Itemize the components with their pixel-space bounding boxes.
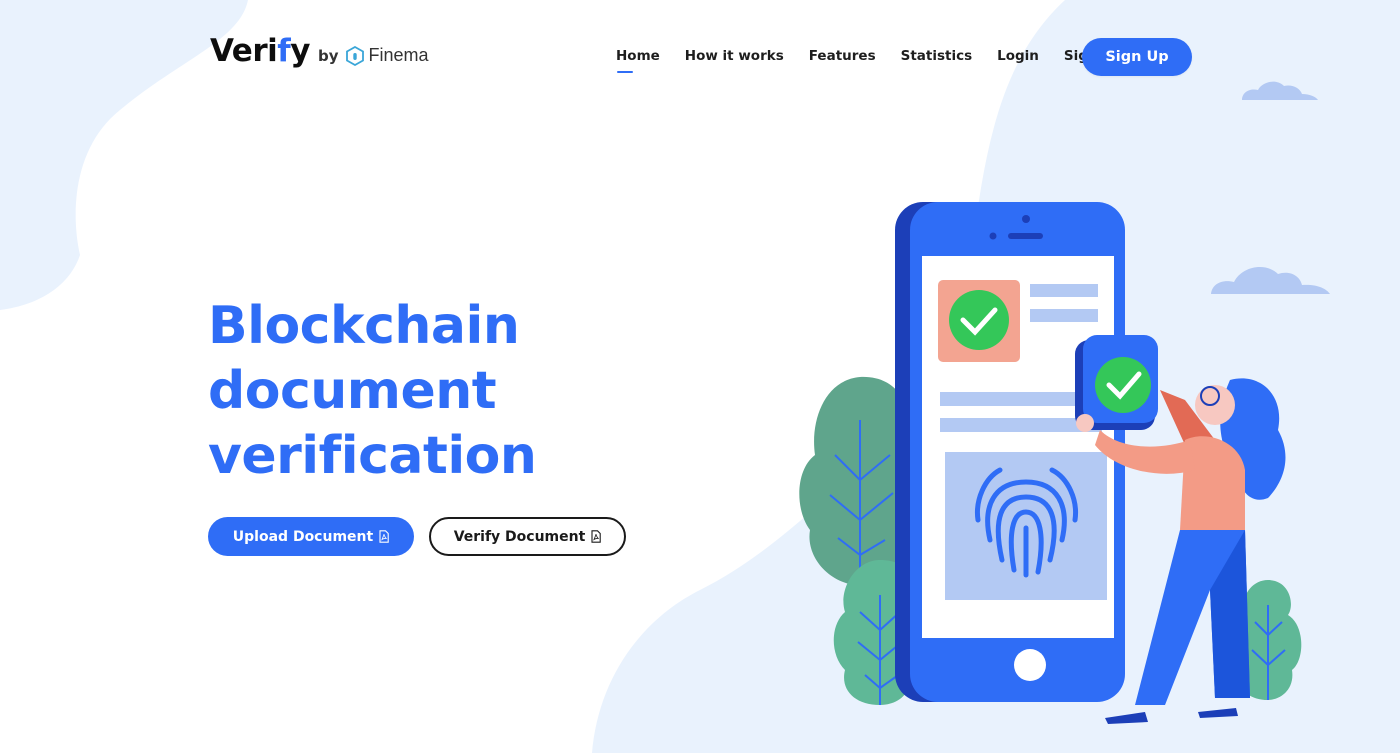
- hero-illustration: [799, 202, 1302, 724]
- logo-wordmark: Verify: [210, 33, 310, 69]
- nav-login[interactable]: Login: [997, 48, 1039, 64]
- nav-how-it-works[interactable]: How it works: [685, 48, 784, 64]
- finema-hexagon-icon: [346, 45, 365, 66]
- signup-button[interactable]: Sign Up: [1082, 38, 1192, 76]
- site-header: Verify by Finema Home How it works Featu…: [0, 0, 1400, 110]
- finema-text: Finema: [368, 45, 429, 65]
- nav-features[interactable]: Features: [809, 48, 876, 64]
- main-nav: Home How it works Features Statistics Lo…: [600, 38, 1148, 74]
- nav-home[interactable]: Home: [616, 48, 660, 73]
- hero-title-line: document: [208, 361, 497, 421]
- logo-by-text: by: [317, 47, 339, 65]
- smartphone-icon: [895, 202, 1125, 702]
- pdf-file-icon: [591, 530, 602, 543]
- finema-logo: Finema: [346, 45, 429, 66]
- upload-document-button[interactable]: Upload Document: [208, 517, 414, 556]
- hero-title: Blockchain document verification: [208, 294, 537, 489]
- hero-title-line: Blockchain: [208, 296, 520, 356]
- nav-statistics[interactable]: Statistics: [901, 48, 973, 64]
- upload-document-label: Upload Document: [232, 528, 374, 545]
- verify-document-button[interactable]: Verify Document: [429, 517, 626, 556]
- pdf-file-icon: [379, 530, 389, 543]
- hero-title-line: verification: [208, 426, 537, 486]
- verify-document-label: Verify Document: [453, 528, 586, 545]
- verify-logo[interactable]: Verify by Finema: [210, 36, 429, 67]
